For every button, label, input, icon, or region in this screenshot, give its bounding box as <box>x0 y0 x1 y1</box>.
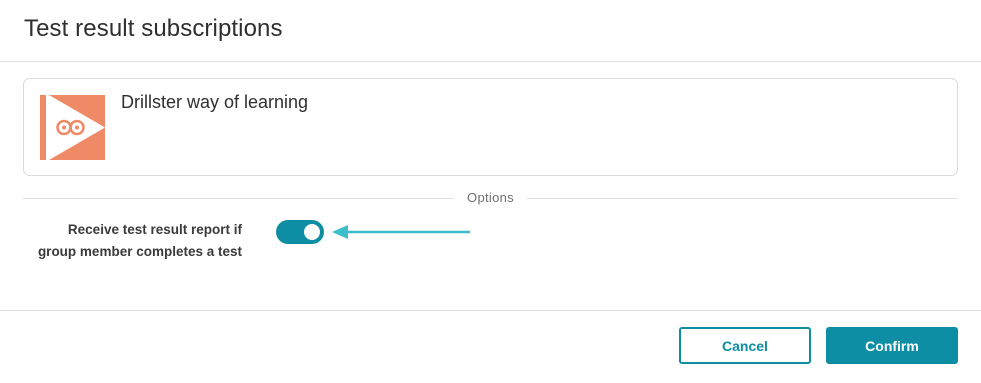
cancel-button[interactable]: Cancel <box>679 327 811 364</box>
footer-divider <box>0 310 981 311</box>
confirm-button[interactable]: Confirm <box>826 327 958 364</box>
course-thumbnail <box>40 95 105 160</box>
course-title: Drillster way of learning <box>121 92 309 112</box>
options-divider: Options <box>23 188 958 208</box>
course-card: Drillster way of learning <box>23 78 958 176</box>
dialog-title: Test result subscriptions <box>24 15 283 42</box>
toggle-label-line1: Receive test result report if <box>67 222 242 237</box>
receive-report-toggle[interactable] <box>276 220 324 244</box>
options-section-label: Options <box>467 190 514 205</box>
toggle-label-line2: group member completes a test <box>37 244 242 259</box>
toggle-label: Receive test result report if group memb… <box>24 219 242 263</box>
divider-line-left <box>23 198 454 199</box>
divider-line-right <box>527 198 958 199</box>
arrow-left-icon <box>332 225 470 239</box>
drillster-logo-icon <box>40 95 105 160</box>
test-result-subscriptions-dialog: Test result subscriptions Drillster way … <box>0 0 981 383</box>
dialog-header: Test result subscriptions <box>0 0 981 62</box>
toggle-knob <box>304 224 320 240</box>
